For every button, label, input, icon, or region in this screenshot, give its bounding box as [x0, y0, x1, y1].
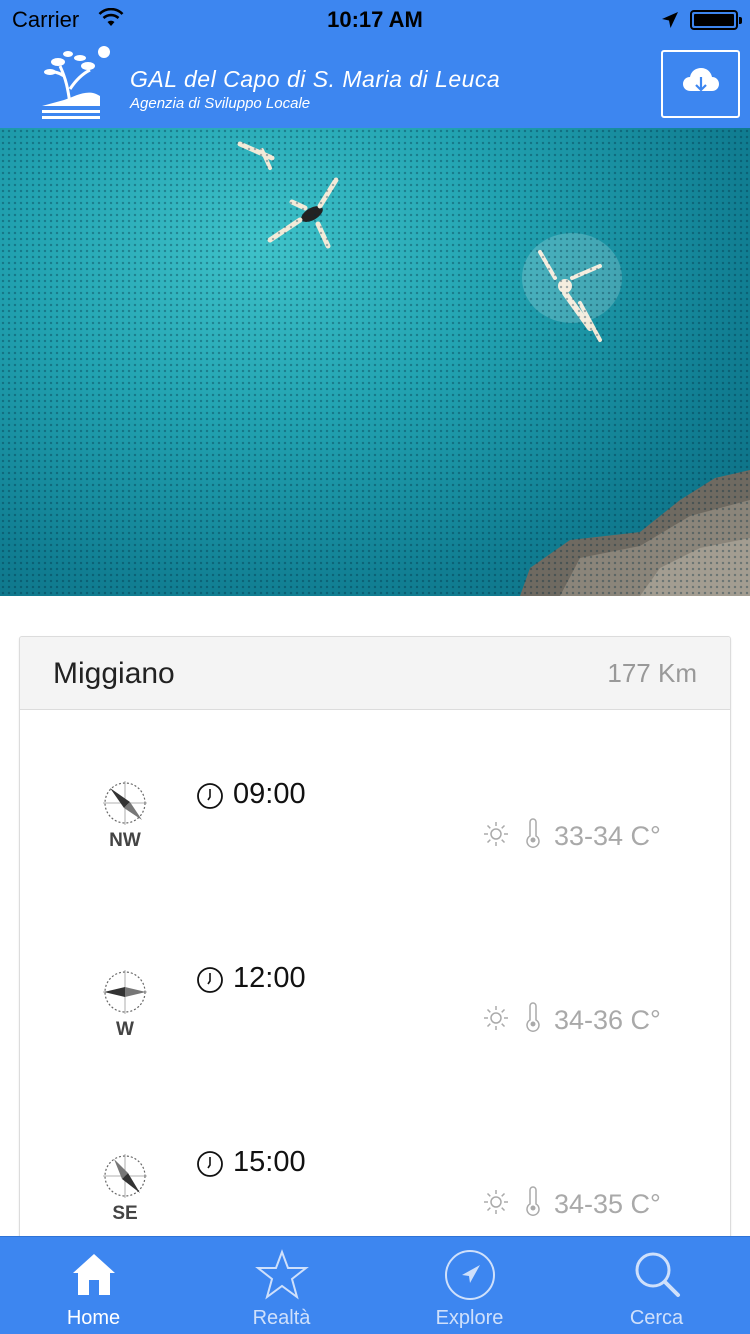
forecast-row: W 12:00 34-36 C°	[20, 962, 730, 1146]
forecast-time: 12:00	[233, 962, 306, 994]
tab-label: Home	[66, 1307, 121, 1329]
tab-bar: Home Realtà Explore Cerca	[0, 1236, 750, 1334]
status-bar: Carrier 10:17 AM	[0, 0, 750, 40]
clock-icon	[196, 1150, 224, 1183]
hero-image	[0, 128, 750, 596]
tab-label: Explore	[435, 1307, 504, 1329]
card-header: Miggiano 177 Km	[20, 637, 730, 710]
sun-icon	[482, 820, 510, 853]
sun-icon	[482, 1188, 510, 1221]
compass-navigation-icon	[376, 1249, 563, 1301]
app-header: GAL del Capo di S. Maria di Leuca Agenzi…	[0, 40, 750, 128]
home-icon	[0, 1249, 187, 1299]
wind-direction: NW	[109, 830, 141, 851]
temperature-range: 34-35 C°	[554, 1189, 661, 1219]
wind-compass-icon: NW	[100, 778, 150, 858]
tab-explore[interactable]: Explore	[376, 1237, 563, 1334]
tab-cerca[interactable]: Cerca	[563, 1237, 750, 1334]
thermometer-icon	[525, 1186, 541, 1221]
temperature-range: 34-36 C°	[554, 1005, 661, 1035]
cloud-download-icon	[681, 65, 721, 104]
logo-title: GAL del Capo di S. Maria di Leuca	[130, 66, 501, 92]
star-icon	[188, 1249, 375, 1301]
forecast-time: 15:00	[233, 1146, 306, 1178]
thermometer-icon	[525, 1002, 541, 1037]
location-distance: 177 Km	[607, 658, 697, 688]
forecast-row: NW 09:00 33-34 C°	[20, 778, 730, 962]
gal-logo-icon	[40, 44, 120, 124]
weather-card[interactable]: Miggiano 177 Km NW 09:00 33-34 C° W 12:0…	[19, 636, 731, 1256]
clock-icon	[196, 782, 224, 815]
temperature-range: 33-34 C°	[554, 821, 661, 851]
location-arrow-icon	[660, 10, 680, 35]
tab-realta[interactable]: Realtà	[188, 1237, 375, 1334]
logo-subtitle: Agenzia di Sviluppo Locale	[130, 95, 311, 112]
wind-direction: W	[116, 1019, 134, 1040]
tab-label: Cerca	[629, 1307, 684, 1329]
logo-text: GAL del Capo di S. Maria di Leuca Agenzi…	[130, 66, 500, 112]
clock-icon	[196, 966, 224, 999]
thermometer-icon	[525, 818, 541, 853]
forecast-time: 09:00	[233, 778, 306, 810]
search-icon	[563, 1249, 750, 1299]
tab-home[interactable]: Home	[0, 1237, 187, 1334]
wind-compass-icon: W	[100, 967, 150, 1047]
battery-icon	[690, 10, 742, 30]
wind-compass-icon: SE	[100, 1151, 150, 1231]
tab-label: Realtà	[252, 1307, 311, 1329]
status-time: 10:17 AM	[327, 7, 423, 32]
download-button[interactable]	[661, 50, 740, 118]
wind-direction: SE	[112, 1203, 138, 1224]
sun-icon	[482, 1004, 510, 1037]
location-name: Miggiano	[53, 657, 175, 690]
